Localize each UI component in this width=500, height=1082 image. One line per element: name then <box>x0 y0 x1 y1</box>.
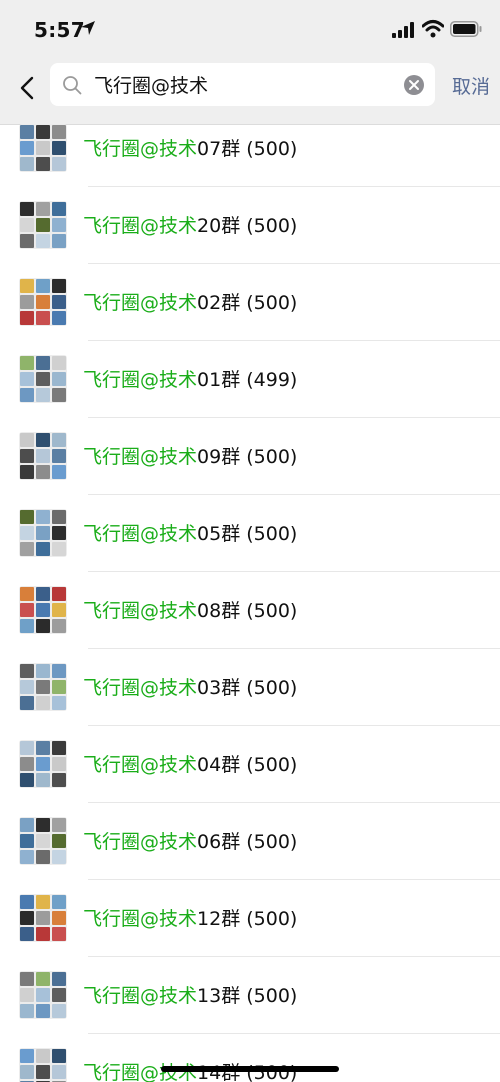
cellular-signal-icon <box>392 22 414 38</box>
wifi-icon <box>422 20 444 38</box>
match-highlight: 飞行圈@技术 <box>83 292 198 314</box>
group-avatar <box>19 740 67 788</box>
match-highlight: 飞行圈@技术 <box>83 138 198 160</box>
group-title: 飞行圈@技术07群 (500) <box>83 134 297 161</box>
group-avatar <box>19 971 67 1019</box>
search-nav: 飞行圈@技术 取消 <box>0 60 500 124</box>
group-title: 飞行圈@技术06群 (500) <box>83 827 297 854</box>
search-results-list: 飞行圈@技术07群 (500) 飞行圈@技术20群 (500) 飞行圈@技术02群 … <box>0 124 500 1082</box>
group-avatar <box>19 355 67 403</box>
match-highlight: 飞行圈@技术 <box>83 1062 198 1082</box>
match-highlight: 飞行圈@技术 <box>83 677 198 699</box>
match-highlight: 飞行圈@技术 <box>83 754 198 776</box>
group-avatar <box>19 663 67 711</box>
list-item[interactable]: 飞行圈@技术12群 (500) <box>0 880 500 957</box>
group-suffix: 09群 (500) <box>197 446 298 468</box>
list-item[interactable]: 飞行圈@技术14群 (500) <box>0 1034 500 1082</box>
group-suffix: 06群 (500) <box>197 831 298 853</box>
chevron-left-icon <box>20 76 34 100</box>
group-title: 飞行圈@技术01群 (499) <box>83 365 297 392</box>
group-title: 飞行圈@技术04群 (500) <box>83 750 297 777</box>
group-suffix: 12群 (500) <box>197 908 298 930</box>
list-item[interactable]: 飞行圈@技术05群 (500) <box>0 495 500 572</box>
match-highlight: 飞行圈@技术 <box>83 523 198 545</box>
group-avatar <box>19 278 67 326</box>
location-arrow-icon <box>81 21 95 35</box>
group-avatar <box>19 432 67 480</box>
match-highlight: 飞行圈@技术 <box>83 985 198 1007</box>
search-box[interactable]: 飞行圈@技术 <box>50 63 435 106</box>
group-suffix: 20群 (500) <box>197 215 298 237</box>
group-suffix: 07群 (500) <box>197 138 298 160</box>
search-input[interactable]: 飞行圈@技术 <box>94 71 403 98</box>
list-item[interactable]: 飞行圈@技术01群 (499) <box>0 341 500 418</box>
list-item[interactable]: 飞行圈@技术20群 (500) <box>0 187 500 264</box>
group-title: 飞行圈@技术12群 (500) <box>83 904 297 931</box>
match-highlight: 飞行圈@技术 <box>83 446 198 468</box>
group-avatar <box>19 894 67 942</box>
group-title: 飞行圈@技术03群 (500) <box>83 673 297 700</box>
group-title: 飞行圈@技术02群 (500) <box>83 288 297 315</box>
group-suffix: 01群 (499) <box>197 369 298 391</box>
status-time: 5:57 <box>34 18 85 42</box>
group-avatar <box>19 817 67 865</box>
group-suffix: 02群 (500) <box>197 292 298 314</box>
battery-icon <box>450 21 482 37</box>
list-item[interactable]: 飞行圈@技术02群 (500) <box>0 264 500 341</box>
group-avatar <box>19 586 67 634</box>
clear-search-icon[interactable] <box>403 74 425 96</box>
list-item[interactable]: 飞行圈@技术03群 (500) <box>0 649 500 726</box>
group-title: 飞行圈@技术13群 (500) <box>83 981 297 1008</box>
group-title: 飞行圈@技术05群 (500) <box>83 519 297 546</box>
top-bar: 5:57 飞行圈@技术 取消 <box>0 0 500 125</box>
group-avatar <box>19 1048 67 1082</box>
list-item[interactable]: 飞行圈@技术07群 (500) <box>0 124 500 187</box>
group-avatar <box>19 201 67 249</box>
match-highlight: 飞行圈@技术 <box>83 908 198 930</box>
group-suffix: 03群 (500) <box>197 677 298 699</box>
group-suffix: 05群 (500) <box>197 523 298 545</box>
cancel-button[interactable]: 取消 <box>452 72 490 99</box>
match-highlight: 飞行圈@技术 <box>83 600 198 622</box>
group-suffix: 13群 (500) <box>197 985 298 1007</box>
group-suffix: 04群 (500) <box>197 754 298 776</box>
list-item[interactable]: 飞行圈@技术09群 (500) <box>0 418 500 495</box>
group-title: 飞行圈@技术08群 (500) <box>83 596 297 623</box>
search-icon <box>63 75 82 94</box>
group-suffix: 14群 (500) <box>197 1062 298 1082</box>
home-indicator <box>161 1066 339 1072</box>
list-item[interactable]: 飞行圈@技术04群 (500) <box>0 726 500 803</box>
group-title: 飞行圈@技术09群 (500) <box>83 442 297 469</box>
list-item[interactable]: 飞行圈@技术13群 (500) <box>0 957 500 1034</box>
match-highlight: 飞行圈@技术 <box>83 831 198 853</box>
group-avatar <box>19 124 67 172</box>
back-button[interactable] <box>12 68 42 108</box>
status-bar: 5:57 <box>0 0 500 60</box>
match-highlight: 飞行圈@技术 <box>83 369 198 391</box>
group-title: 飞行圈@技术20群 (500) <box>83 211 297 238</box>
group-suffix: 08群 (500) <box>197 600 298 622</box>
group-avatar <box>19 509 67 557</box>
list-item[interactable]: 飞行圈@技术08群 (500) <box>0 572 500 649</box>
list-item[interactable]: 飞行圈@技术06群 (500) <box>0 803 500 880</box>
match-highlight: 飞行圈@技术 <box>83 215 198 237</box>
